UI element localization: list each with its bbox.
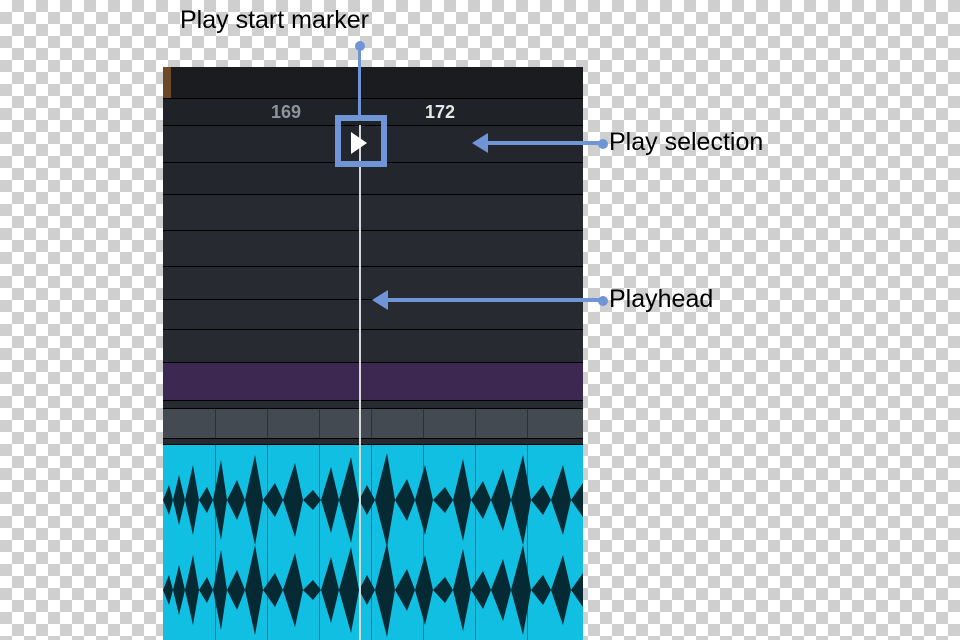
- track-row[interactable]: [163, 194, 583, 230]
- track-row-purple[interactable]: [163, 362, 583, 400]
- ruler-bar-label: 172: [425, 102, 455, 123]
- playhead[interactable]: [359, 125, 361, 640]
- callout-label: Play selection: [609, 128, 763, 157]
- callout-label: Play start marker: [180, 6, 369, 35]
- callout-label: Playhead: [609, 285, 713, 314]
- ruler-bar-label: 169: [271, 102, 301, 123]
- track-row[interactable]: [163, 230, 583, 266]
- callout-connector: [358, 46, 361, 116]
- arrow-left-icon: [472, 133, 488, 153]
- track-row[interactable]: [163, 329, 583, 362]
- callout-connector: [488, 141, 602, 145]
- track-row[interactable]: [163, 400, 583, 408]
- audio-track[interactable]: [163, 444, 583, 640]
- callout-box: [335, 115, 387, 167]
- region-start-strip: [163, 67, 171, 98]
- header-strip: [171, 67, 583, 98]
- callout-connector: [388, 298, 602, 302]
- waveform: [163, 445, 583, 640]
- arrow-left-icon: [372, 290, 388, 310]
- track-row-gray[interactable]: [163, 408, 583, 438]
